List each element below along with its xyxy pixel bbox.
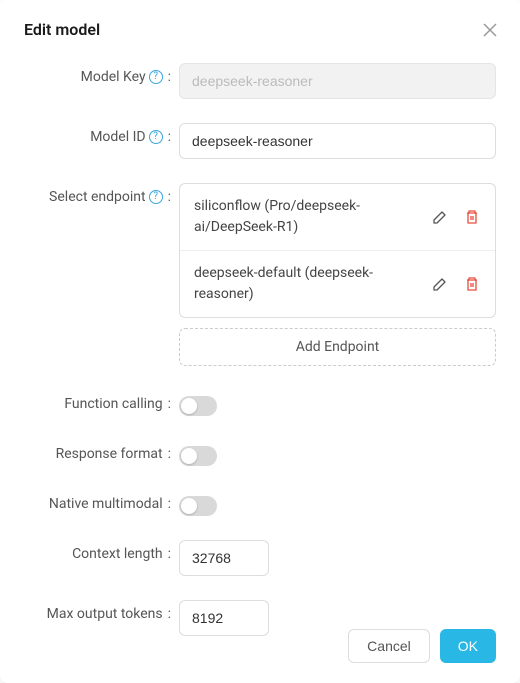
endpoint-text: deepseek-default (deepseek-reasoner) [194,263,431,305]
label-endpoint: Select endpoint ? : [24,183,179,205]
help-icon[interactable]: ? [149,70,163,84]
trash-icon [464,209,480,225]
row-model-key: Model Key ? : [24,63,496,99]
edit-endpoint-button[interactable] [431,275,449,293]
model-key-input [179,63,496,99]
edit-model-modal: Edit model Model Key ? : Model ID ? : Se… [0,0,520,683]
modal-title: Edit model [24,20,496,39]
close-icon [483,23,497,37]
row-context-length: Context length: [24,540,496,576]
edit-icon [432,209,448,225]
row-model-id: Model ID ? : [24,123,496,159]
cancel-button[interactable]: Cancel [348,629,430,663]
delete-endpoint-button[interactable] [463,208,481,226]
edit-endpoint-button[interactable] [431,208,449,226]
row-function-calling: Function calling: [24,390,496,416]
label-native-multimodal: Native multimodal: [24,490,179,512]
help-icon[interactable]: ? [149,190,163,204]
max-output-tokens-input[interactable] [179,600,269,636]
row-response-format: Response format: [24,440,496,466]
add-endpoint-button[interactable]: Add Endpoint [179,328,496,366]
delete-endpoint-button[interactable] [463,275,481,293]
label-max-output-tokens: Max output tokens: [24,600,179,622]
row-endpoint: Select endpoint ? : siliconflow (Pro/dee… [24,183,496,366]
label-model-id: Model ID ? : [24,123,179,145]
edit-icon [432,276,448,292]
modal-footer: Cancel OK [348,629,496,663]
context-length-input[interactable] [179,540,269,576]
endpoint-text: siliconflow (Pro/deepseek-ai/DeepSeek-R1… [194,196,431,238]
help-icon[interactable]: ? [149,130,163,144]
response-format-toggle[interactable] [179,446,217,466]
label-context-length: Context length: [24,540,179,562]
row-native-multimodal: Native multimodal: [24,490,496,516]
native-multimodal-toggle[interactable] [179,496,217,516]
label-model-key: Model Key ? : [24,63,179,85]
model-id-input[interactable] [179,123,496,159]
close-button[interactable] [480,20,500,40]
endpoint-list: siliconflow (Pro/deepseek-ai/DeepSeek-R1… [179,183,496,318]
endpoint-item: deepseek-default (deepseek-reasoner) [180,251,495,317]
label-function-calling: Function calling: [24,390,179,412]
function-calling-toggle[interactable] [179,396,217,416]
ok-button[interactable]: OK [440,629,496,663]
endpoint-item: siliconflow (Pro/deepseek-ai/DeepSeek-R1… [180,184,495,251]
label-response-format: Response format: [24,440,179,462]
trash-icon [464,276,480,292]
